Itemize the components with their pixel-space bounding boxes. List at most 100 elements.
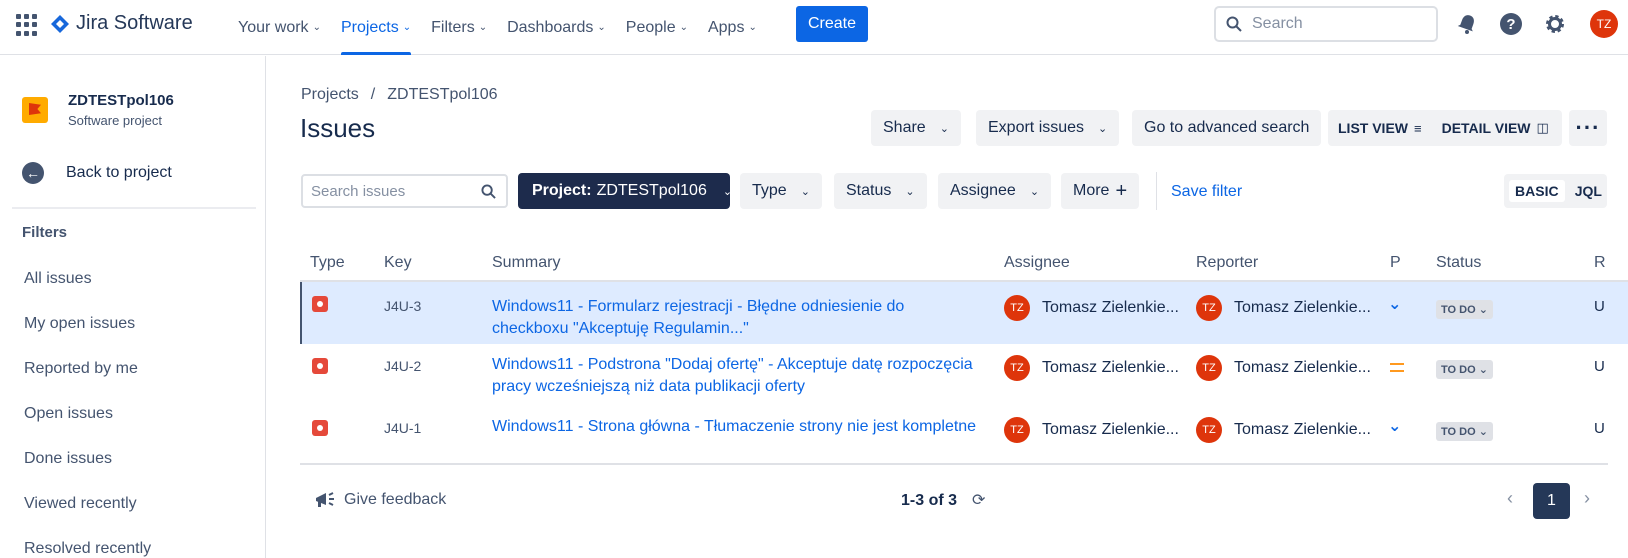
notifications-icon[interactable] [1453, 10, 1481, 38]
global-search-input[interactable] [1252, 15, 1422, 33]
filter-reported-by-me[interactable]: Reported by me [24, 346, 151, 391]
filter-resolved-recently[interactable]: Resolved recently [24, 526, 151, 558]
nav-apps-label: Apps [707, 18, 745, 36]
user-avatar[interactable]: TZ [1590, 10, 1618, 38]
issue-key[interactable]: J4U-1 [384, 420, 421, 436]
search-issues-input[interactable] [311, 182, 481, 200]
assignee-cell[interactable]: TZ Tomasz Zielenkie... [1004, 355, 1179, 381]
status-badge[interactable]: TO DO ⌄ [1436, 360, 1493, 379]
megaphone-icon [316, 492, 334, 507]
type-filter-button[interactable]: Type ⌄ [740, 173, 822, 209]
chevron-down-icon: ⌄ [679, 22, 688, 33]
issue-summary[interactable]: Windows11 - Formularz rejestracji - Błęd… [492, 296, 982, 340]
project-header[interactable]: ZDTESTpol106 Software project [22, 92, 174, 128]
results-count: 1-3 of 3 [901, 492, 958, 509]
jira-logo[interactable]: Jira Software [50, 12, 193, 35]
chevron-down-icon: ⌄ [1029, 185, 1040, 198]
project-filter-label: Project: [532, 182, 592, 199]
column-status[interactable]: Status [1436, 254, 1481, 272]
nav-dashboards[interactable]: Dashboards ⌄ [497, 0, 616, 55]
issue-key[interactable]: J4U-3 [384, 298, 421, 314]
reporter-cell[interactable]: TZ Tomasz Zielenkie... [1196, 295, 1371, 321]
type-filter-label: Type [752, 182, 787, 199]
avatar: TZ [1004, 355, 1030, 381]
page-button-current[interactable]: 1 [1533, 483, 1570, 519]
chevron-left-icon[interactable]: ‹ [1507, 488, 1513, 509]
issue-summary[interactable]: Windows11 - Strona główna - Tłumaczenie … [492, 416, 982, 438]
create-button[interactable]: Create [796, 6, 868, 42]
detail-view-icon: ◫ [1536, 120, 1549, 135]
table-row[interactable]: J4U-3 Windows11 - Formularz rejestracji … [300, 282, 1628, 344]
column-summary[interactable]: Summary [492, 254, 560, 272]
project-flag-icon [22, 97, 48, 123]
column-reporter[interactable]: Reporter [1196, 254, 1258, 272]
filter-viewed-recently[interactable]: Viewed recently [24, 481, 151, 526]
jql-mode-button[interactable]: JQL [1575, 183, 1602, 199]
nav-projects[interactable]: Projects ⌄ [331, 0, 421, 55]
global-search[interactable] [1214, 6, 1438, 42]
basic-mode-button[interactable]: BASIC [1509, 180, 1565, 202]
table-row[interactable]: J4U-2 Windows11 - Podstrona "Dodaj ofert… [300, 344, 1628, 406]
assignee-filter-button[interactable]: Assignee ⌄ [938, 173, 1052, 209]
column-resolution[interactable]: R [1594, 254, 1606, 272]
filter-open-issues[interactable]: Open issues [24, 391, 151, 436]
detail-view-label: DETAIL VIEW [1441, 120, 1531, 136]
status-badge[interactable]: TO DO ⌄ [1436, 422, 1493, 441]
table-row[interactable]: J4U-1 Windows11 - Strona główna - Tłumac… [300, 406, 1628, 468]
chevron-down-icon: ⌄ [722, 185, 733, 198]
save-filter-link[interactable]: Save filter [1171, 183, 1242, 201]
assignee-name: Tomasz Zielenkie... [1042, 299, 1179, 316]
detail-view-button[interactable]: DETAIL VIEW ◫ [1432, 120, 1559, 136]
list-view-button[interactable]: LIST VIEW ≡ [1328, 120, 1432, 136]
column-type[interactable]: Type [310, 254, 345, 272]
breadcrumb-project[interactable]: ZDTESTpol106 [387, 86, 497, 104]
reporter-name: Tomasz Zielenkie... [1234, 359, 1371, 376]
filter-list: All issues My open issues Reported by me… [24, 256, 151, 558]
column-priority[interactable]: P [1390, 254, 1401, 272]
chevron-right-icon[interactable]: › [1584, 488, 1590, 509]
column-key[interactable]: Key [384, 254, 412, 272]
back-to-project-label: Back to project [66, 164, 172, 181]
issue-key[interactable]: J4U-2 [384, 358, 421, 374]
advanced-search-button[interactable]: Go to advanced search [1132, 110, 1322, 146]
nav-people[interactable]: People ⌄ [616, 0, 698, 55]
more-actions-icon[interactable]: ··· [1569, 110, 1607, 146]
refresh-icon[interactable]: ⟳ [972, 490, 985, 510]
filter-my-open-issues[interactable]: My open issues [24, 301, 151, 346]
reporter-cell[interactable]: TZ Tomasz Zielenkie... [1196, 355, 1371, 381]
filter-all-issues[interactable]: All issues [24, 256, 151, 301]
nav-apps[interactable]: Apps ⌄ [698, 0, 767, 55]
chevron-down-icon: ⌄ [905, 185, 915, 198]
search-issues-box[interactable] [301, 174, 508, 208]
back-to-project-link[interactable]: ← Back to project [22, 162, 172, 184]
nav-your-work[interactable]: Your work ⌄ [228, 0, 331, 55]
bug-icon [312, 420, 328, 436]
assignee-cell[interactable]: TZ Tomasz Zielenkie... [1004, 295, 1179, 321]
status-filter-button[interactable]: Status ⌄ [834, 173, 927, 209]
breadcrumb-projects[interactable]: Projects [301, 86, 359, 104]
filter-done-issues[interactable]: Done issues [24, 436, 151, 481]
issue-summary[interactable]: Windows11 - Podstrona "Dodaj ofertę" - A… [492, 354, 982, 398]
column-assignee[interactable]: Assignee [1004, 254, 1070, 272]
more-filters-label: More [1073, 182, 1110, 199]
reporter-cell[interactable]: TZ Tomasz Zielenkie... [1196, 417, 1371, 443]
app-switcher-icon[interactable] [16, 14, 38, 36]
status-badge[interactable]: TO DO ⌄ [1436, 300, 1493, 319]
project-name: ZDTESTpol106 [68, 92, 174, 109]
help-icon[interactable]: ? [1497, 10, 1525, 38]
export-issues-button[interactable]: Export issues ⌄ [976, 110, 1120, 146]
bug-icon [312, 358, 328, 374]
project-filter-button[interactable]: Project: ZDTESTpol106 ⌄ [518, 173, 733, 209]
give-feedback-button[interactable]: Give feedback [314, 490, 446, 510]
more-filters-button[interactable]: More + [1061, 173, 1140, 209]
chevron-down-icon: ⌄ [312, 22, 321, 33]
svg-text:?: ? [1506, 16, 1515, 33]
share-button[interactable]: Share ⌄ [871, 110, 961, 146]
settings-icon[interactable] [1541, 10, 1569, 38]
nav-filters[interactable]: Filters ⌄ [421, 0, 497, 55]
status-label: TO DO [1441, 304, 1476, 316]
list-view-label: LIST VIEW [1338, 120, 1408, 136]
chevron-down-icon: ⌄ [402, 22, 412, 33]
brand-name: Jira Software [76, 12, 193, 34]
assignee-cell[interactable]: TZ Tomasz Zielenkie... [1004, 417, 1179, 443]
